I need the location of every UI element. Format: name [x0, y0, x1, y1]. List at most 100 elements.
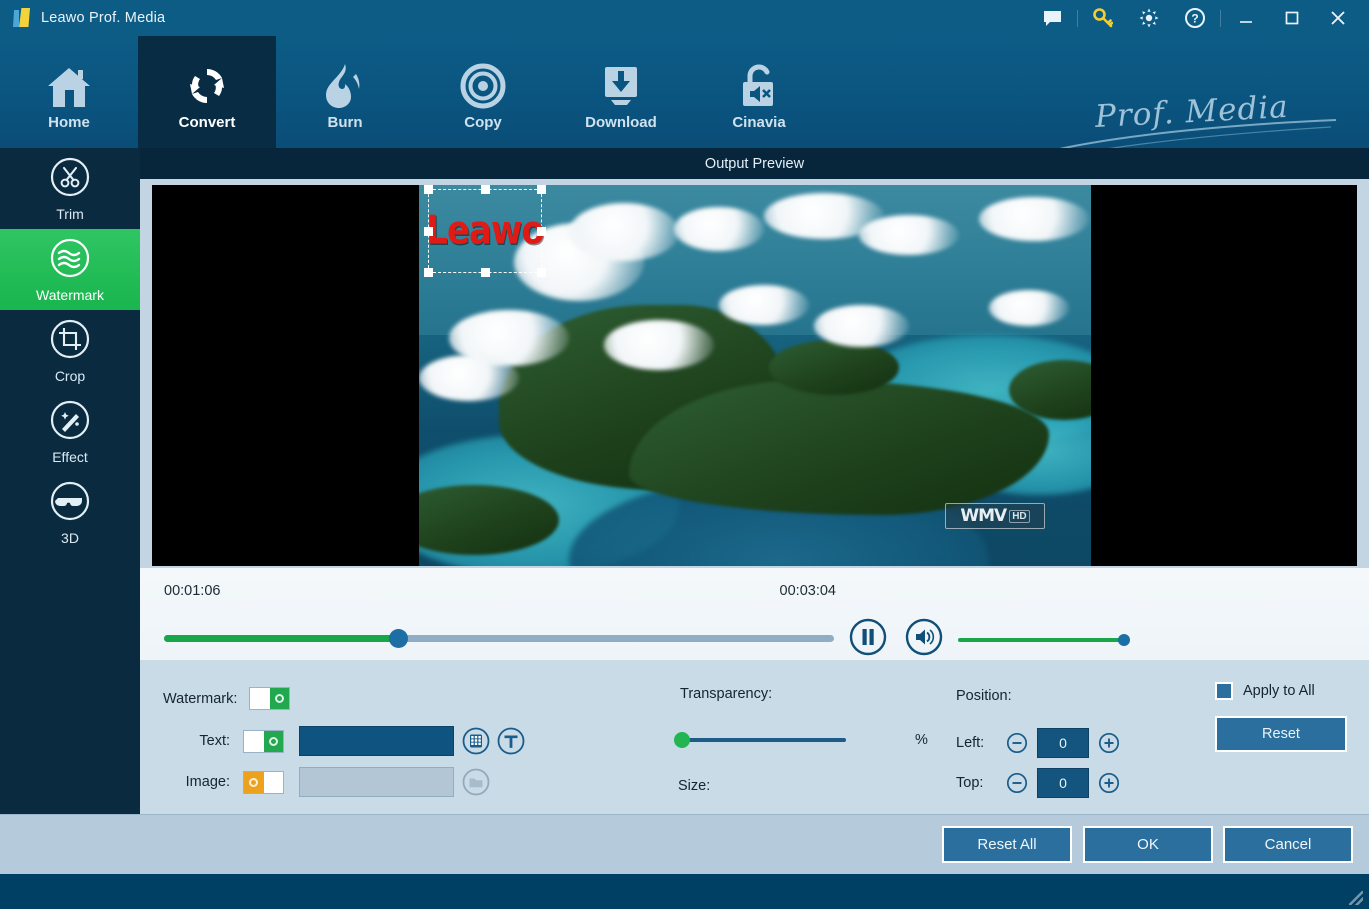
transparency-unit: % [915, 732, 928, 748]
waves-icon [49, 237, 91, 284]
resize-handle[interactable] [537, 185, 546, 194]
resize-handle[interactable] [481, 268, 490, 277]
resize-handle[interactable] [424, 268, 433, 277]
seek-slider[interactable] [164, 635, 834, 642]
magic-wand-icon [49, 399, 91, 446]
image-label: Image: [163, 774, 243, 790]
transparency-knob[interactable] [674, 732, 690, 748]
volume-slider[interactable] [958, 638, 1125, 642]
maximize-icon[interactable] [1269, 0, 1315, 36]
title-bar: Leawo Prof. Media [0, 0, 1369, 36]
main-navigation: Home Convert B [0, 36, 1369, 148]
nav-item-copy[interactable]: Copy [414, 36, 552, 148]
watermark-settings-panel: Watermark: Text: [140, 660, 1369, 814]
position-left-row: Left: 0 [956, 728, 1120, 758]
watermark-enable-row: Watermark: [163, 687, 290, 710]
watermark-text-row: Text: [163, 726, 525, 756]
resize-handle[interactable] [481, 185, 490, 194]
sidebar-item-3d[interactable]: 3D [0, 472, 140, 553]
image-toggle[interactable] [243, 771, 284, 794]
video-preview-frame: WMV HD Leawo [152, 185, 1357, 566]
plus-circle-icon[interactable] [1098, 772, 1120, 794]
sidebar-item-crop[interactable]: Crop [0, 310, 140, 391]
watermark-label: Watermark: [163, 691, 243, 707]
watermark-image-input[interactable] [299, 767, 454, 797]
disc-icon [459, 54, 507, 110]
nav-label: Download [585, 114, 657, 131]
sidebar-item-trim[interactable]: Trim [0, 148, 140, 229]
sidebar-label: Trim [56, 206, 83, 222]
video-stage[interactable]: WMV HD Leawo [152, 185, 1357, 566]
question-circle-icon[interactable]: ? [1172, 0, 1218, 36]
status-bar [0, 874, 1369, 909]
divider [1220, 10, 1221, 27]
gear-icon[interactable] [1126, 0, 1172, 36]
position-top-input[interactable]: 0 [1037, 768, 1089, 798]
playback-transport: 00:01:06 00:03:04 [140, 568, 1369, 660]
leawo-logo-icon [13, 8, 31, 28]
download-icon [597, 54, 645, 110]
left-label: Left: [956, 735, 1006, 751]
resize-handle[interactable] [424, 227, 433, 236]
dialog-footer: Reset All OK Cancel [0, 814, 1369, 874]
text-toggle[interactable] [243, 730, 284, 753]
sidebar-item-watermark[interactable]: Watermark [0, 229, 140, 310]
seek-fill [164, 635, 396, 642]
nav-label: Convert [179, 114, 236, 131]
transparency-label: Transparency: [680, 686, 772, 702]
sidebar-item-effect[interactable]: Effect [0, 391, 140, 472]
resize-handle[interactable] [537, 227, 546, 236]
reset-all-button[interactable]: Reset All [942, 826, 1072, 863]
unlock-mute-icon [737, 54, 781, 110]
minus-circle-icon[interactable] [1006, 732, 1028, 754]
watermark-selection-box[interactable]: Leawo [428, 189, 542, 273]
key-icon[interactable] [1080, 0, 1126, 36]
minimize-icon[interactable] [1223, 0, 1269, 36]
refresh-icon [183, 54, 231, 110]
position-label: Position: [956, 688, 1012, 704]
crop-icon [49, 318, 91, 365]
pause-icon[interactable] [849, 618, 887, 661]
nav-item-download[interactable]: Download [552, 36, 690, 148]
nav-label: Copy [464, 114, 502, 131]
apply-to-all-row[interactable]: Apply to All [1215, 682, 1315, 700]
font-T-icon[interactable] [497, 727, 525, 755]
window-title: Leawo Prof. Media [41, 10, 165, 26]
plus-circle-icon[interactable] [1098, 732, 1120, 754]
volume-knob[interactable] [1118, 634, 1130, 646]
flame-icon [323, 54, 367, 110]
speaker-icon[interactable] [905, 618, 943, 661]
apply-to-all-checkbox[interactable] [1215, 682, 1233, 700]
text-label: Text: [163, 733, 243, 749]
nav-item-cinavia[interactable]: Cinavia [690, 36, 828, 148]
video-format-badge-main: WMV [960, 506, 1006, 526]
nav-item-burn[interactable]: Burn [276, 36, 414, 148]
color-palette-icon[interactable] [462, 727, 490, 755]
position-left-input[interactable]: 0 [1037, 728, 1089, 758]
resize-handle[interactable] [424, 185, 433, 194]
cancel-button[interactable]: Cancel [1223, 826, 1353, 863]
folder-icon[interactable] [462, 768, 490, 796]
close-icon[interactable] [1315, 0, 1361, 36]
sidebar-label: Watermark [36, 287, 104, 303]
resize-handle[interactable] [537, 268, 546, 277]
house-icon [45, 54, 93, 110]
chat-bubble-icon[interactable] [1029, 0, 1075, 36]
watermark-text-input[interactable] [299, 726, 454, 756]
reset-button[interactable]: Reset [1215, 716, 1347, 752]
nav-item-home[interactable]: Home [0, 36, 138, 148]
transparency-slider[interactable] [680, 738, 846, 742]
brand-tagline-text: Prof. Media [1094, 89, 1289, 135]
seek-knob[interactable] [389, 629, 408, 648]
nav-item-convert[interactable]: Convert [138, 36, 276, 148]
minus-circle-icon[interactable] [1006, 772, 1028, 794]
scissors-icon [49, 156, 91, 203]
application-window: Leawo Prof. Media [0, 0, 1369, 909]
svg-text:?: ? [1191, 12, 1198, 26]
ok-button[interactable]: OK [1083, 826, 1213, 863]
video-format-badge-sub: HD [1009, 510, 1029, 523]
watermark-image-row: Image: [163, 767, 490, 797]
resize-grip-icon[interactable] [1349, 891, 1363, 905]
time-row: 00:01:06 00:03:04 [164, 583, 836, 599]
watermark-toggle[interactable] [249, 687, 290, 710]
